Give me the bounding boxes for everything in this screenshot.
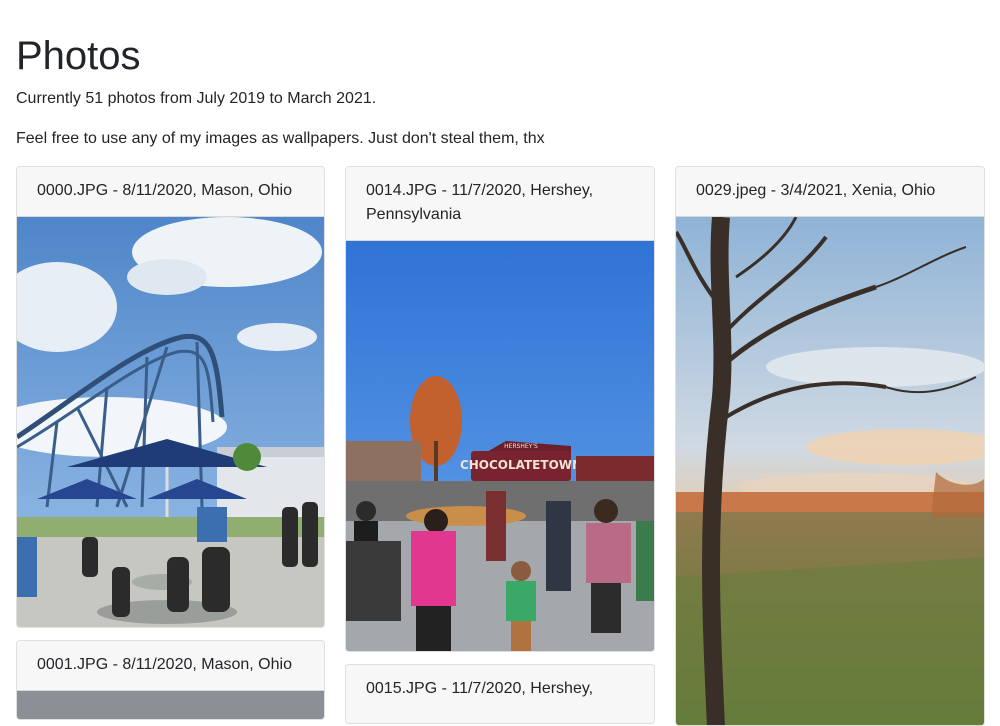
photo-card: 0015.JPG - 11/7/2020, Hershey, (345, 664, 655, 724)
roller-coaster-plaza-image (17, 217, 324, 627)
chocolatetown-sign: CHOCOLATETOWN (460, 458, 582, 472)
photo-caption: 0014.JPG - 11/7/2020, Hershey, Pennsylva… (346, 167, 654, 241)
chocolatetown-crowd-image: CHOCOLATETOWN HERSHEY'S (346, 241, 654, 651)
photo-card: 0000.JPG - 8/11/2020, Mason, Ohio (16, 166, 325, 628)
photo-image[interactable] (17, 691, 324, 719)
photo-image[interactable] (676, 217, 984, 725)
photo-card: 0001.JPG - 8/11/2020, Mason, Ohio (16, 640, 325, 720)
photo-caption: 0015.JPG - 11/7/2020, Hershey, (346, 665, 654, 723)
photo-card: 0014.JPG - 11/7/2020, Hershey, Pennsylva… (345, 166, 655, 652)
photo-image[interactable] (17, 217, 324, 627)
photo-count-text: Currently 51 photos from July 2019 to Ma… (16, 90, 377, 107)
photo-card: 0029.jpeg - 3/4/2021, Xenia, Ohio (675, 166, 985, 726)
photo-caption: 0029.jpeg - 3/4/2021, Xenia, Ohio (676, 167, 984, 217)
photo-caption: 0001.JPG - 8/11/2020, Mason, Ohio (17, 641, 324, 691)
page-title: Photos (16, 34, 141, 78)
hersheys-sign: HERSHEY'S (504, 443, 538, 450)
photo-caption: 0000.JPG - 8/11/2020, Mason, Ohio (17, 167, 324, 217)
usage-note-text: Feel free to use any of my images as wal… (16, 130, 545, 147)
field-tree-image (676, 217, 984, 725)
photo-image[interactable]: CHOCOLATETOWN HERSHEY'S (346, 241, 654, 651)
